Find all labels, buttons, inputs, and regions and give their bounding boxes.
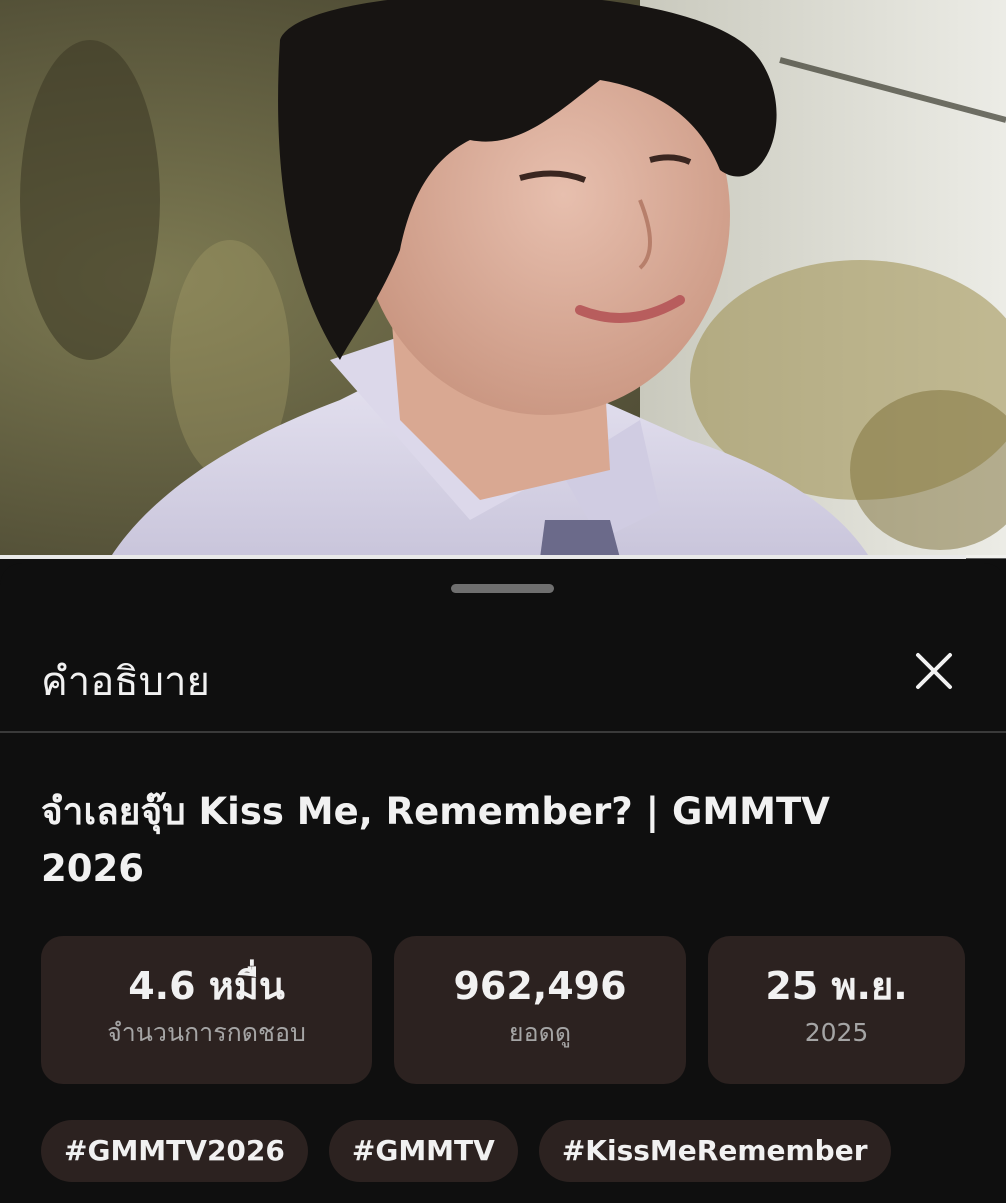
video-player[interactable] (0, 0, 1006, 558)
likes-count: 4.6 หมื่น (128, 964, 285, 1008)
publish-year: 2025 (804, 1018, 869, 1047)
description-sheet: คำอธิบาย จำเลยจุ๊บ Kiss Me, Remember? | … (0, 563, 1006, 1203)
hashtag-chip[interactable]: #KissMeRemember (538, 1120, 891, 1182)
publish-date: 25 พ.ย. (765, 964, 908, 1008)
hashtag-list: #GMMTV2026 #GMMTV #KissMeRemember (41, 1120, 891, 1182)
likes-stat: 4.6 หมื่น จำนวนการกดชอบ (41, 936, 372, 1084)
date-stat: 25 พ.ย. 2025 (708, 936, 965, 1084)
video-title: จำเลยจุ๊บ Kiss Me, Remember? | GMMTV 202… (41, 790, 830, 890)
sheet-title: คำอธิบาย (41, 659, 210, 705)
views-label: ยอดดู (508, 1018, 572, 1047)
video-progress-fill (0, 555, 966, 559)
likes-label: จำนวนการกดชอบ (107, 1018, 306, 1047)
drag-handle[interactable] (451, 584, 554, 593)
views-count: 962,496 (453, 964, 627, 1008)
divider (0, 731, 1006, 733)
views-stat: 962,496 ยอดดู (394, 936, 686, 1084)
close-button[interactable] (906, 643, 962, 699)
hashtag-chip[interactable]: #GMMTV2026 (41, 1120, 308, 1182)
hashtag-chip[interactable]: #GMMTV (328, 1120, 518, 1182)
video-progress-bar[interactable] (0, 555, 1006, 559)
close-icon (916, 653, 952, 689)
video-frame-image (0, 0, 1006, 558)
